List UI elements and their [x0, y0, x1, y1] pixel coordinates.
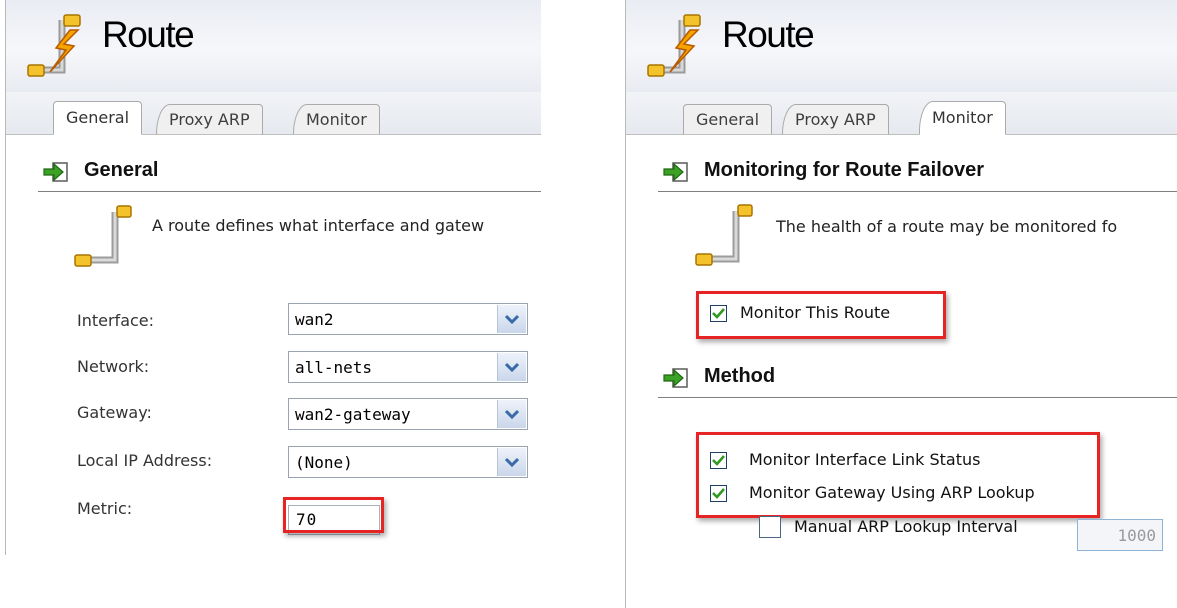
section-method: Method — [658, 357, 1177, 398]
route-info-icon — [74, 205, 132, 267]
gateway-select[interactable]: wan2-gateway — [288, 398, 528, 430]
route-icon — [27, 14, 81, 77]
tab-bar: General Proxy ARP Monitor — [626, 92, 1177, 135]
route-dialog-general: Route General Proxy ARP Monitor General … — [5, 0, 541, 555]
chevron-down-icon[interactable] — [497, 400, 526, 428]
arrow-right-icon — [663, 368, 688, 388]
chevron-down-icon[interactable] — [497, 305, 526, 333]
info-text: The health of a route may be monitored f… — [776, 217, 1118, 236]
interface-select[interactable]: wan2 — [288, 303, 528, 335]
dialog-title: Route — [722, 14, 815, 55]
section-title: General — [84, 159, 159, 181]
tab-general[interactable]: General — [683, 104, 773, 135]
arp-interval-value: 1000 — [1117, 526, 1156, 545]
section-general: General — [38, 151, 541, 192]
section-monitoring: Monitoring for Route Failover — [658, 151, 1177, 192]
route-icon — [647, 14, 701, 77]
tab-proxy-arp[interactable]: Proxy ARP — [782, 104, 889, 135]
metric-label: Metric: — [77, 499, 133, 518]
manual-arp-checkbox[interactable] — [759, 516, 781, 538]
network-select[interactable]: all-nets — [288, 351, 528, 383]
network-value: all-nets — [295, 358, 373, 377]
dialog-title: Route — [102, 14, 195, 55]
route-info-icon — [695, 204, 753, 266]
interface-value: wan2 — [295, 310, 334, 329]
arp-interval-input[interactable]: 1000 — [1077, 519, 1163, 551]
tab-bar: General Proxy ARP Monitor — [6, 92, 541, 135]
dialog-header: Route — [6, 0, 541, 93]
highlight-box — [696, 291, 946, 339]
tab-monitor[interactable]: Monitor — [293, 104, 380, 135]
local-ip-label: Local IP Address: — [77, 451, 213, 470]
interface-label: Interface: — [77, 311, 155, 330]
tab-proxy-arp[interactable]: Proxy ARP — [156, 104, 263, 135]
manual-arp-label: Manual ARP Lookup Interval — [794, 517, 1018, 536]
network-label: Network: — [77, 357, 150, 376]
highlight-box — [283, 497, 384, 533]
dialog-content: General A route defines what interface a… — [6, 135, 541, 555]
tab-monitor[interactable]: Monitor — [919, 101, 1006, 135]
info-text: A route defines what interface and gatew — [152, 216, 485, 235]
local-ip-value: (None) — [295, 453, 353, 472]
highlight-box — [696, 432, 1100, 518]
route-dialog-monitor: Route General Proxy ARP Monitor Monitori… — [625, 0, 1177, 608]
local-ip-select[interactable]: (None) — [288, 446, 528, 478]
arrow-right-icon — [663, 162, 688, 182]
gateway-value: wan2-gateway — [295, 405, 411, 424]
tab-general[interactable]: General — [53, 101, 143, 135]
section-title: Monitoring for Route Failover — [704, 159, 984, 181]
chevron-down-icon[interactable] — [497, 448, 526, 476]
arrow-right-icon — [43, 162, 68, 182]
gateway-label: Gateway: — [77, 403, 152, 422]
section-title: Method — [704, 365, 776, 387]
chevron-down-icon[interactable] — [497, 353, 526, 381]
dialog-header: Route — [626, 0, 1177, 93]
